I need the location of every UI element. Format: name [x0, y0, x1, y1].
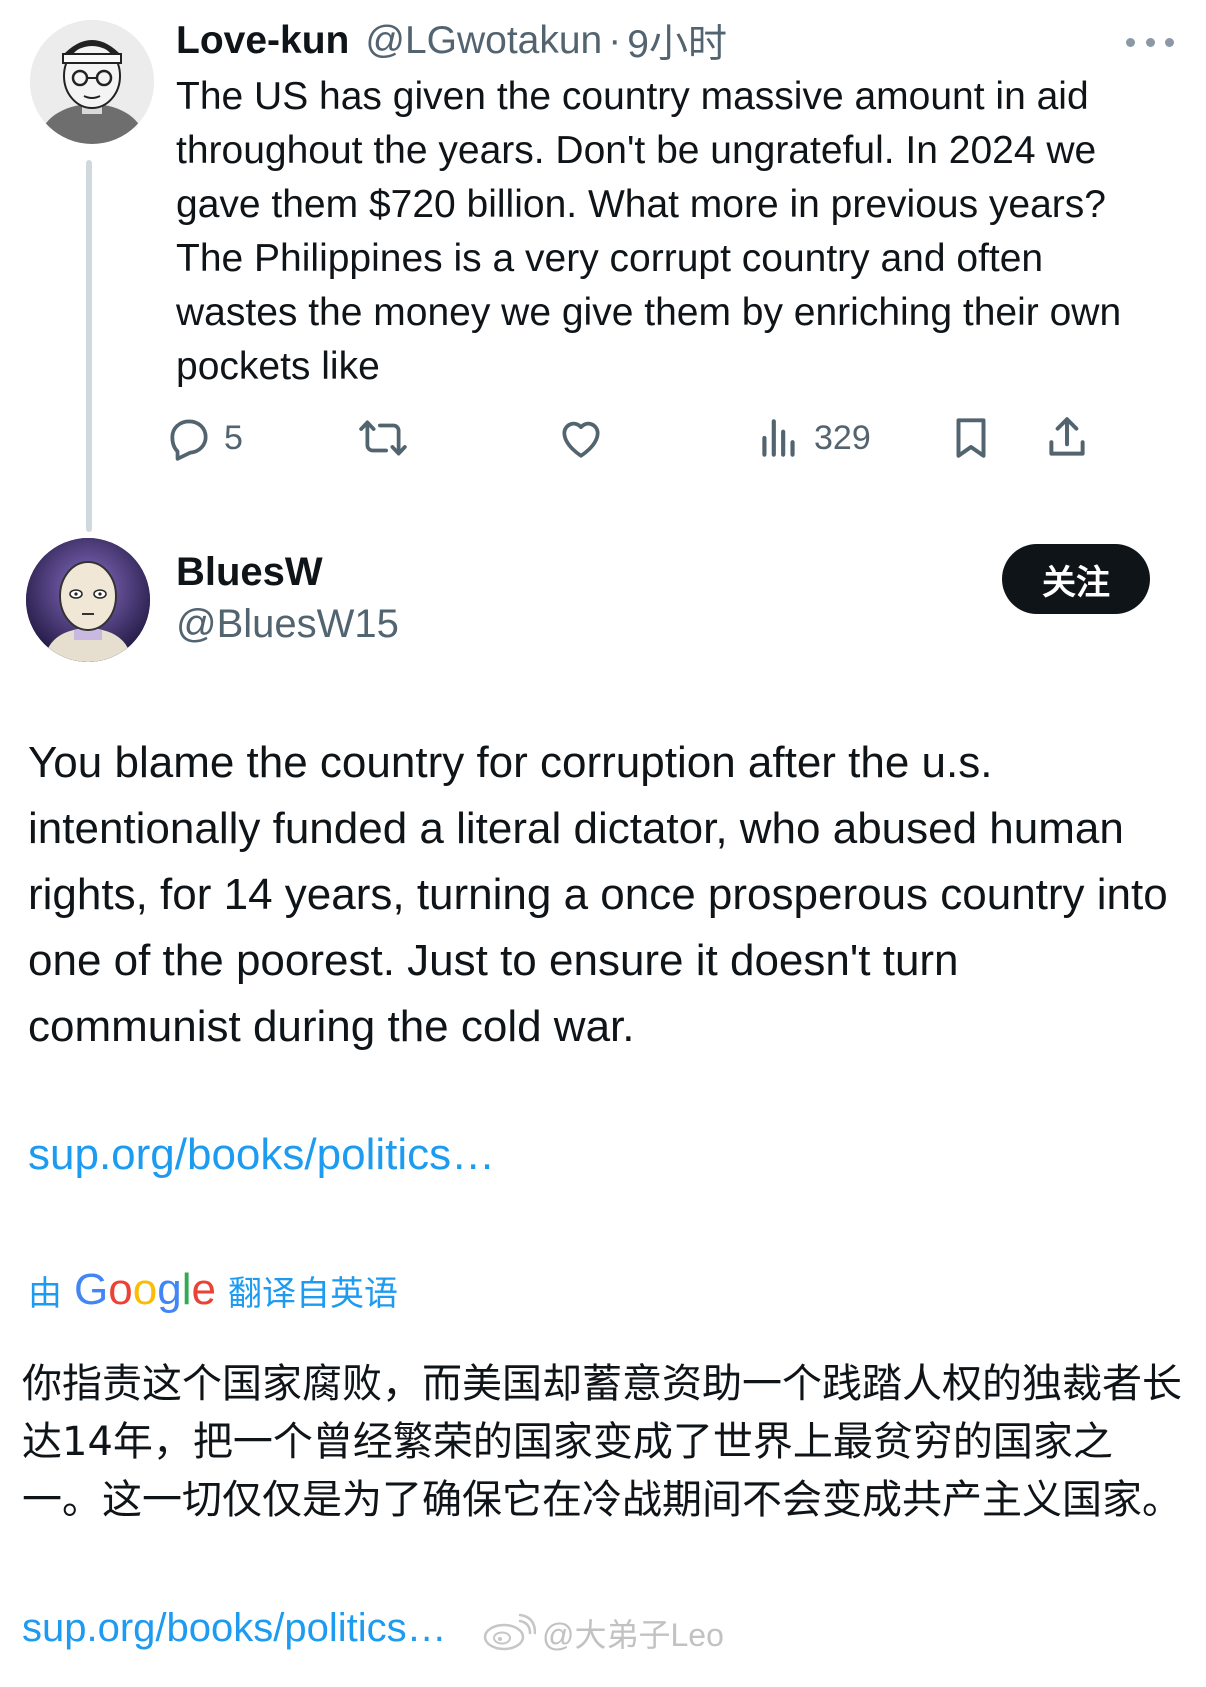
- reply-display-name[interactable]: BluesW: [176, 550, 323, 595]
- more-icon[interactable]: [1126, 30, 1174, 54]
- tweet-action-bar: 5 329: [170, 410, 1176, 466]
- like-icon: [562, 421, 600, 458]
- avatar-love-kun-image: [30, 20, 154, 144]
- avatar-love-kun[interactable]: [30, 20, 154, 144]
- bookmark-icon: [956, 418, 986, 458]
- retweet-button[interactable]: [358, 410, 408, 466]
- more-dot: [1165, 37, 1174, 47]
- translation-attribution[interactable]: 由 Google 翻译自英语: [28, 1262, 398, 1318]
- share-icon: [1049, 417, 1085, 456]
- reply-tweet-text: You blame the country for corruption aft…: [28, 738, 1168, 1051]
- parent-timestamp[interactable]: 9小时: [627, 13, 727, 69]
- more-dot: [1145, 37, 1155, 47]
- weibo-icon: [483, 1613, 536, 1651]
- parent-tweet-text: The US has given the country massive amo…: [176, 75, 1122, 388]
- reply-count: 5: [224, 418, 243, 457]
- retweet-icon: [359, 420, 407, 456]
- reply-handle[interactable]: @BluesW15: [176, 602, 399, 647]
- parent-handle[interactable]: @LGwotakun: [365, 19, 602, 63]
- follow-button[interactable]: 关注: [1002, 544, 1150, 614]
- translation-suffix: 翻译自英语: [227, 1274, 398, 1313]
- avatar-bluesw[interactable]: [26, 538, 150, 662]
- watermark: @大弟子Leo: [480, 1608, 724, 1658]
- reply-tweet-link[interactable]: sup.org/books/politics…: [28, 1130, 495, 1180]
- views-button[interactable]: 329: [754, 410, 871, 466]
- thread-connector-line: [86, 160, 92, 532]
- bookmark-button[interactable]: [946, 410, 996, 466]
- google-logo: Google: [74, 1265, 216, 1314]
- more-dot: [1126, 37, 1135, 47]
- translated-link[interactable]: sup.org/books/politics…: [22, 1606, 447, 1651]
- parent-display-name[interactable]: Love-kun: [176, 19, 349, 63]
- avatar-bluesw-image: [26, 538, 150, 662]
- views-icon: [762, 419, 795, 457]
- views-count: 329: [814, 418, 871, 457]
- like-button[interactable]: [556, 410, 606, 466]
- watermark-text: @大弟子Leo: [542, 1617, 724, 1653]
- share-button[interactable]: [1042, 410, 1092, 466]
- parent-tweet-header: Love-kun @LGwotakun · 9小时: [176, 16, 727, 66]
- translation-prefix: 由: [28, 1274, 62, 1313]
- translated-text: 你指责这个国家腐败，而美国却蓄意资助一个践踏人权的独裁者长达14年，把一个曾经繁…: [22, 1361, 1182, 1523]
- header-separator: ·: [608, 19, 622, 62]
- reply-icon: [170, 419, 208, 461]
- reply-button[interactable]: 5: [164, 410, 243, 466]
